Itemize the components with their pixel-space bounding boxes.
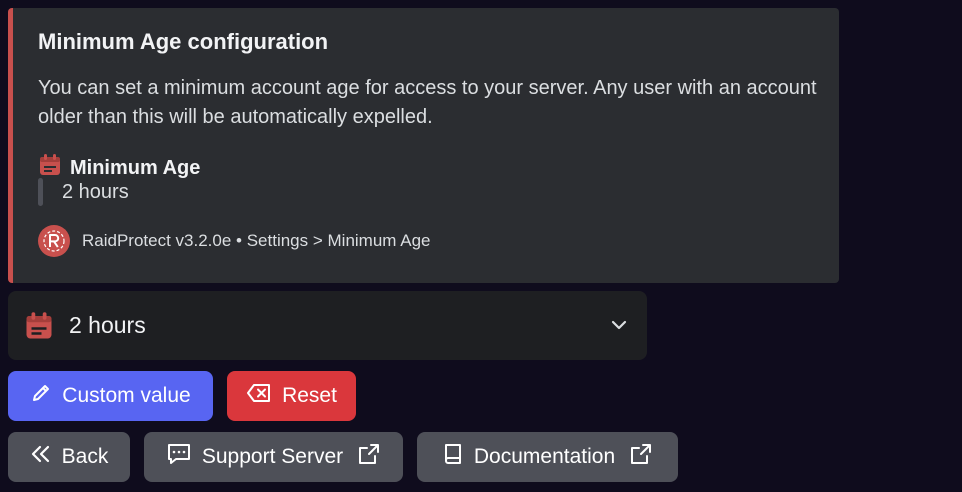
reset-button[interactable]: Reset [227,371,356,421]
select-value: 2 hours [69,312,146,338]
support-server-label: Support Server [201,445,344,468]
external-link-icon [629,442,653,472]
field-value-row: 2 hours [38,178,129,206]
custom-value-button[interactable]: Custom value [8,371,213,421]
calendar-icon [24,311,54,346]
external-link-icon [357,442,381,472]
double-chevron-left-icon [30,443,52,471]
book-icon [442,442,464,472]
field-name: Minimum Age [70,156,201,179]
blockquote-bar [38,178,43,206]
custom-value-label: Custom value [62,384,191,407]
field-value: 2 hours [62,180,129,203]
backspace-icon [246,382,272,410]
embed-description: You can set a minimum account age for ac… [38,77,817,128]
support-server-button[interactable]: Support Server [144,432,403,482]
minimum-age-select[interactable]: 2 hours [8,291,647,360]
reset-label: Reset [282,384,337,407]
embed-title: Minimum Age configuration [38,29,329,54]
embed-footer: RaidProtect v3.2.0e • Settings > Minimum… [38,225,430,257]
embed-card: Minimum Age configuration You can set a … [8,8,839,283]
footer-text: RaidProtect v3.2.0e • Settings > Minimum… [82,231,431,250]
chat-bubble-icon [166,442,192,472]
documentation-label: Documentation [473,445,616,468]
chevron-down-icon[interactable] [609,315,629,340]
pencil-icon [30,382,52,410]
raidprotect-logo-icon [43,230,65,252]
documentation-button[interactable]: Documentation [417,432,678,482]
back-label: Back [61,445,109,468]
back-button[interactable]: Back [8,432,130,482]
bot-avatar [38,225,70,257]
